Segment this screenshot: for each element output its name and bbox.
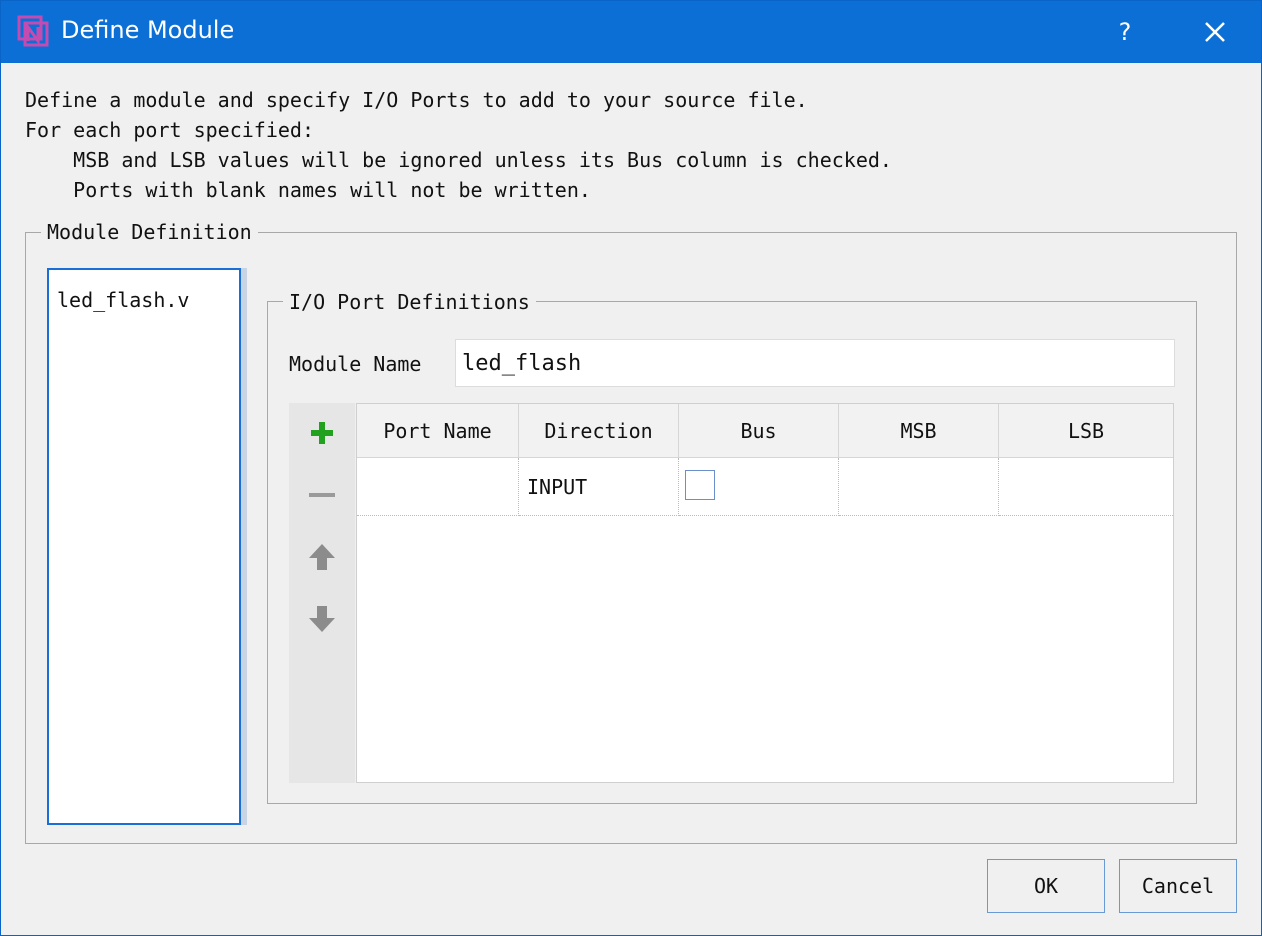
add-icon[interactable]	[306, 417, 338, 449]
define-module-dialog: Define Module ? Define a module and spec…	[0, 0, 1262, 936]
move-up-icon[interactable]	[306, 541, 338, 573]
app-logo-icon	[17, 15, 49, 47]
description-line-4: Ports with blank names will not be writt…	[25, 178, 591, 202]
file-list-item[interactable]: led_flash.v	[57, 288, 189, 312]
module-name-input[interactable]: led_flash	[455, 339, 1175, 387]
io-port-definitions-label: I/O Port Definitions	[283, 290, 536, 314]
module-name-label: Module Name	[289, 352, 422, 376]
column-header-port-name[interactable]: Port Name	[357, 404, 519, 458]
module-definition-label: Module Definition	[41, 220, 258, 244]
ok-button[interactable]: OK	[987, 859, 1105, 913]
description-line-1: Define a module and specify I/O Ports to…	[25, 88, 808, 112]
column-header-msb[interactable]: MSB	[839, 404, 999, 458]
cell-lsb[interactable]	[999, 458, 1173, 516]
move-down-icon[interactable]	[306, 603, 338, 635]
file-list[interactable]: led_flash.v	[47, 268, 241, 825]
cell-direction[interactable]: INPUT	[519, 458, 679, 516]
cell-port-name[interactable]	[357, 458, 519, 516]
port-toolbar	[289, 403, 355, 783]
column-header-bus[interactable]: Bus	[679, 404, 839, 458]
window-title: Define Module	[61, 16, 235, 44]
title-bar[interactable]: Define Module ?	[1, 1, 1261, 63]
port-table[interactable]: Port Name Direction Bus MSB LSB INPUT	[356, 403, 1174, 783]
bus-checkbox[interactable]	[685, 470, 715, 500]
cancel-button[interactable]: Cancel	[1119, 859, 1237, 913]
cell-bus[interactable]	[679, 458, 839, 516]
cell-msb[interactable]	[839, 458, 999, 516]
column-header-direction[interactable]: Direction	[519, 404, 679, 458]
help-button[interactable]: ?	[1101, 9, 1149, 55]
file-list-scrollbar[interactable]	[241, 268, 247, 825]
close-icon[interactable]	[1191, 9, 1239, 55]
column-header-lsb[interactable]: LSB	[999, 404, 1173, 458]
description-line-3: MSB and LSB values will be ignored unles…	[25, 148, 892, 172]
remove-icon[interactable]	[306, 479, 338, 511]
description-line-2: For each port specified:	[25, 118, 314, 142]
